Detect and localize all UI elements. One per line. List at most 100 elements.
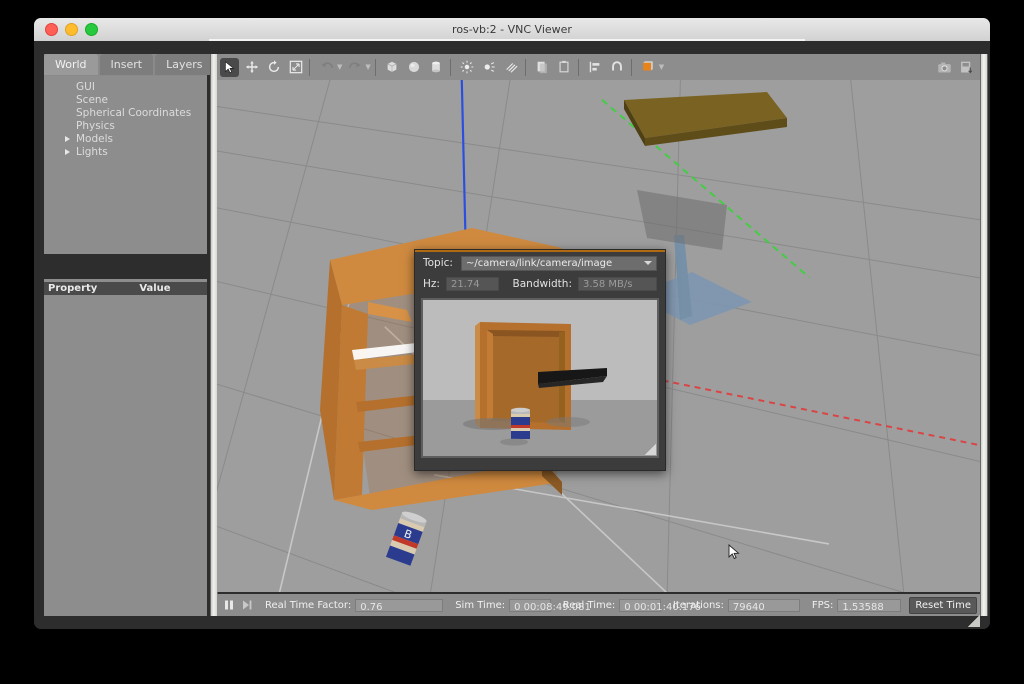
toolbar-separator (375, 59, 376, 76)
step-forward-icon (241, 599, 253, 611)
tree-item-physics[interactable]: Physics (44, 120, 207, 133)
main-toolbar: ▼ ▼ (217, 54, 980, 80)
beer-can-floor[interactable]: B (377, 505, 437, 575)
paste-button[interactable] (555, 58, 574, 77)
copy-button[interactable] (533, 58, 552, 77)
select-mode-button[interactable] (220, 58, 239, 77)
insert-point-light-button[interactable] (458, 58, 477, 77)
tree-item-lights[interactable]: Lights (44, 146, 207, 159)
move-arrows-icon (245, 60, 259, 74)
insert-sphere-button[interactable] (405, 58, 424, 77)
world-panel-tabs: World Insert Layers (44, 54, 207, 76)
property-table-body (44, 295, 207, 616)
toolbar-separator (525, 59, 526, 76)
window-resize-grip[interactable] (968, 615, 980, 627)
value-real-time: 0 00:01:40.176 (619, 599, 661, 612)
label-real-time-factor: Real Time Factor: (265, 600, 351, 611)
property-table-header: Property Value (44, 282, 207, 295)
paste-icon (557, 60, 571, 74)
camera-image-preview (421, 298, 659, 458)
label-fps: FPS: (812, 600, 834, 611)
log-save-icon (959, 60, 974, 75)
tree-item-label: Scene (76, 94, 108, 106)
rotate-mode-button[interactable] (264, 58, 283, 77)
save-log-button[interactable] (957, 58, 976, 77)
window-titlebar[interactable]: ros-vb:2 - VNC Viewer (34, 18, 990, 42)
tree-item-gui[interactable]: GUI (44, 81, 207, 94)
camera-icon (937, 60, 952, 75)
vnc-viewer-window: ros-vb:2 - VNC Viewer World Insert Layer… (34, 18, 990, 629)
tree-item-label: Spherical Coordinates (76, 107, 191, 119)
mouse-cursor (728, 544, 742, 562)
chevron-down-icon[interactable] (644, 261, 652, 265)
rotate-icon (267, 60, 281, 74)
view-dropdown-arrow-icon[interactable]: ▼ (659, 63, 664, 71)
gazebo-application: World Insert Layers GUI Scene Spherical … (34, 41, 990, 629)
left-panel: World Insert Layers GUI Scene Spherical … (44, 54, 207, 616)
hz-value: 21.74 (446, 277, 499, 291)
tree-item-label: Lights (76, 146, 108, 158)
topic-label: Topic: (423, 257, 453, 269)
dialog-resize-grip[interactable] (645, 444, 656, 455)
spot-light-icon (482, 60, 496, 74)
value-fps: 1.53588 (837, 599, 901, 612)
cylinder-icon (429, 60, 443, 74)
align-button[interactable] (586, 58, 605, 77)
point-light-icon (460, 60, 474, 74)
tab-layers[interactable]: Layers (155, 54, 213, 75)
tab-insert[interactable]: Insert (100, 54, 154, 75)
topic-select[interactable]: ~/camera/link/camera/image (461, 256, 657, 271)
insert-cylinder-button[interactable] (427, 58, 446, 77)
chevron-right-icon[interactable] (65, 136, 70, 142)
screenshot-button[interactable] (935, 58, 954, 77)
translate-mode-button[interactable] (242, 58, 261, 77)
column-header-property: Property (48, 283, 97, 294)
value-sim-time: 0 00:08:49.081 (509, 599, 551, 612)
simulation-status-bar: Real Time Factor: 0.76 Sim Time: 0 00:08… (217, 594, 980, 616)
insert-directional-light-button[interactable] (502, 58, 521, 77)
hz-label: Hz: (423, 278, 440, 290)
chevron-right-icon[interactable] (65, 149, 70, 155)
redo-dropdown-arrow-icon[interactable]: ▼ (365, 63, 370, 71)
scale-icon (289, 60, 303, 74)
value-iterations: 79640 (728, 599, 800, 612)
undo-arrow-icon (320, 60, 334, 74)
cursor-arrow-icon (223, 61, 236, 74)
topic-value: ~/camera/link/camera/image (466, 258, 644, 269)
toolbar-separator (450, 59, 451, 76)
undo-dropdown-arrow-icon[interactable]: ▼ (337, 63, 342, 71)
scale-mode-button[interactable] (286, 58, 305, 77)
tree-item-label: Physics (76, 120, 115, 132)
toolbar-separator (631, 59, 632, 76)
change-view-button[interactable] (639, 58, 658, 77)
main-area: ▼ ▼ (217, 54, 980, 616)
insert-box-button[interactable] (383, 58, 402, 77)
tree-item-scene[interactable]: Scene (44, 94, 207, 107)
tree-item-models[interactable]: Models (44, 133, 207, 146)
undo-button[interactable] (317, 58, 336, 77)
align-icon (588, 60, 602, 74)
insert-spot-light-button[interactable] (480, 58, 499, 77)
label-iterations: Iterations: (673, 600, 724, 611)
copy-icon (535, 60, 549, 74)
label-sim-time: Sim Time: (455, 600, 505, 611)
3d-viewport[interactable]: B Topic: ~/camera/link/camera/image (217, 80, 980, 592)
snap-button[interactable] (608, 58, 627, 77)
camera-image-viewer-dialog[interactable]: Topic: ~/camera/link/camera/image Hz: 21… (414, 249, 666, 471)
toolbar-separator (578, 59, 579, 76)
camera-feed-image (423, 300, 657, 456)
pause-button[interactable] (223, 597, 235, 613)
tree-item-spherical-coordinates[interactable]: Spherical Coordinates (44, 107, 207, 120)
tab-world[interactable]: World (44, 54, 98, 75)
toolbar-right-group (932, 58, 980, 77)
vertical-scrollbar[interactable] (980, 54, 988, 616)
redo-button[interactable] (345, 58, 364, 77)
pause-icon (223, 599, 235, 611)
step-button[interactable] (241, 597, 253, 613)
reset-time-button[interactable]: Reset Time (909, 597, 977, 614)
bandwidth-value: 3.58 MB/s (578, 277, 657, 291)
stats-row: Hz: 21.74 Bandwidth: 3.58 MB/s (415, 274, 665, 294)
world-tree: GUI Scene Spherical Coordinates Physics … (44, 76, 207, 254)
toolbar-separator (309, 59, 310, 76)
window-title: ros-vb:2 - VNC Viewer (34, 18, 990, 41)
